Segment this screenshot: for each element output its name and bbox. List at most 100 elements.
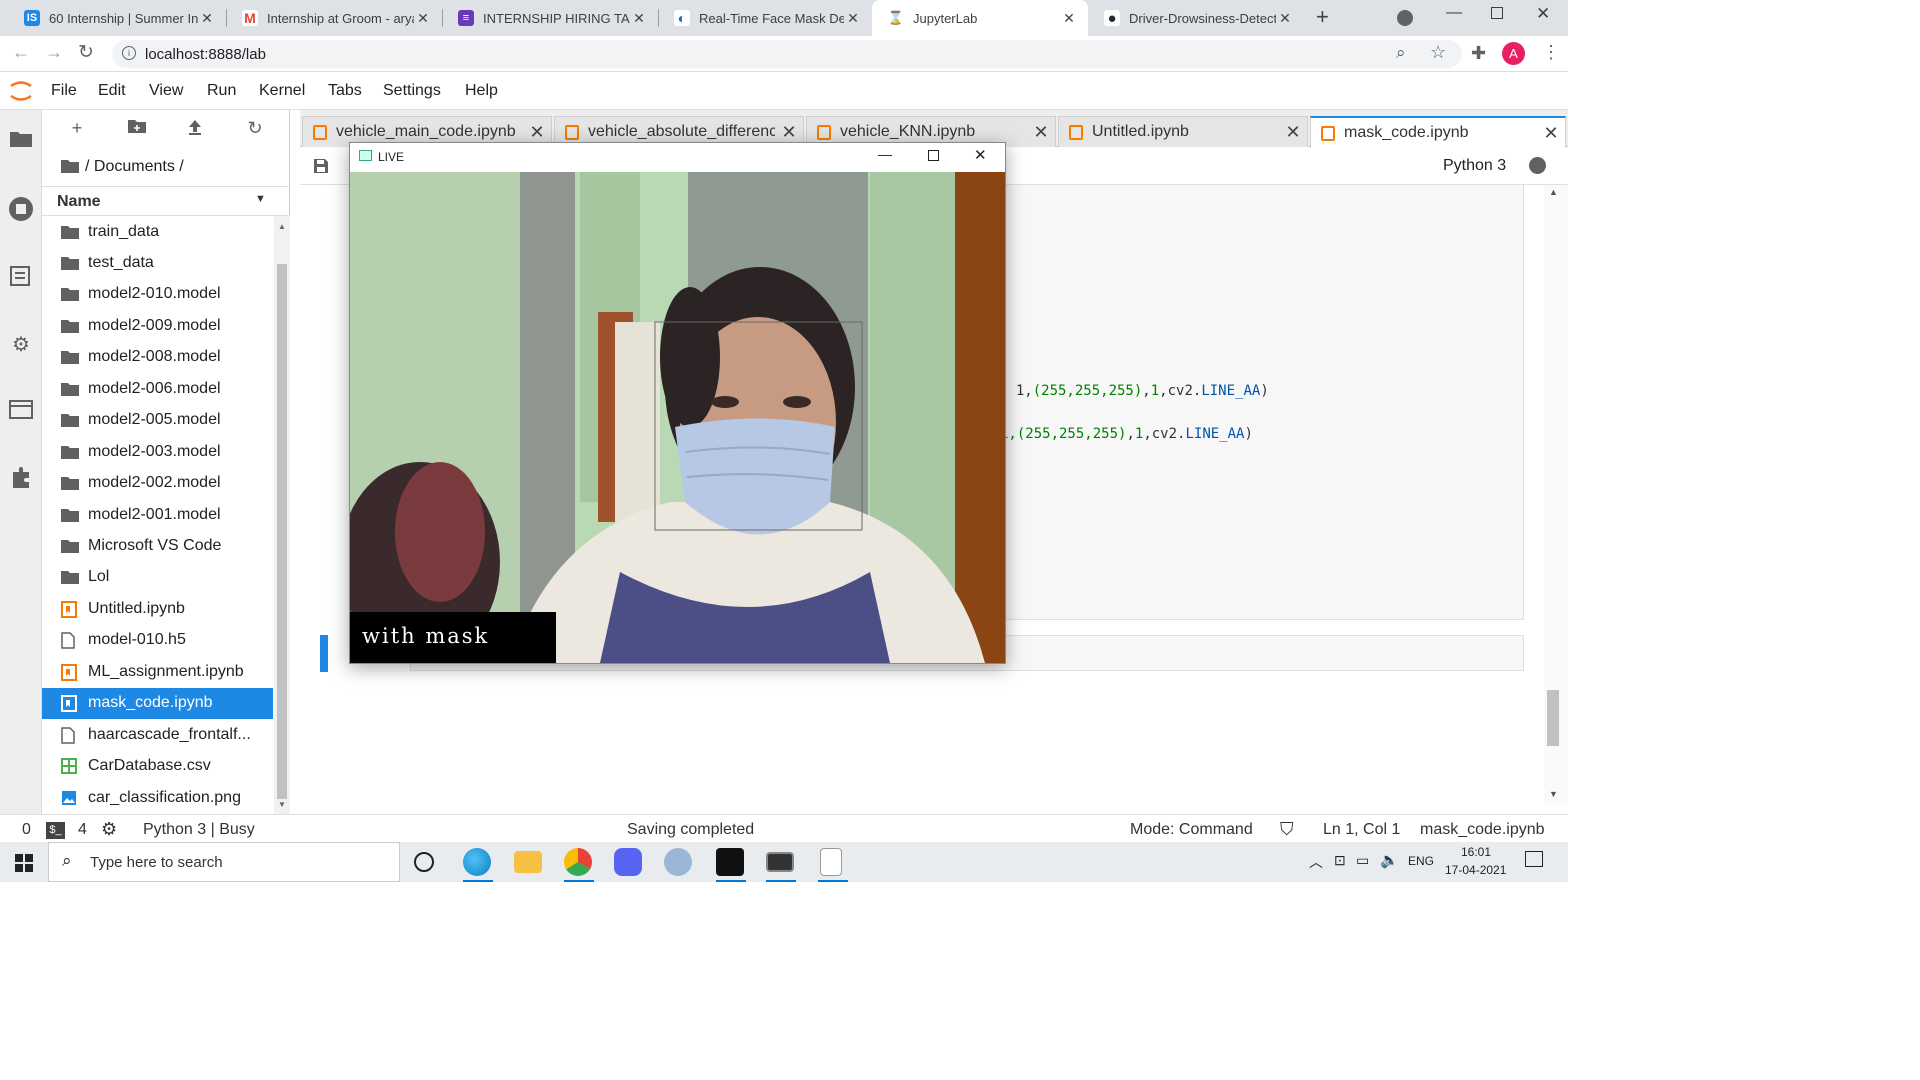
menu-settings[interactable]: Settings bbox=[383, 82, 441, 100]
file-list-item[interactable]: model2-008.model bbox=[42, 342, 273, 373]
running-kernels-icon[interactable] bbox=[8, 196, 34, 222]
forward-icon[interactable]: → bbox=[45, 42, 63, 63]
menu-tabs[interactable]: Tabs bbox=[328, 82, 362, 100]
new-folder-icon[interactable] bbox=[125, 118, 149, 139]
file-list-item[interactable]: model2-005.model bbox=[42, 405, 273, 436]
menu-kebab-icon[interactable]: ⋮ bbox=[1542, 42, 1560, 63]
file-list-item[interactable]: train_data bbox=[42, 216, 273, 247]
browser-tab[interactable]: M Internship at Groom - aryad ✕ bbox=[226, 0, 442, 36]
minimize-icon[interactable]: — bbox=[878, 146, 892, 162]
file-list-item[interactable]: Untitled.ipynb bbox=[42, 593, 273, 624]
clock-time[interactable]: 16:01 bbox=[1461, 845, 1491, 859]
file-list-item[interactable]: ML_assignment.ipynb bbox=[42, 656, 273, 687]
task-view-icon[interactable] bbox=[414, 852, 434, 872]
breadcrumb[interactable]: / Documents / bbox=[85, 158, 184, 176]
file-list-item[interactable]: model2-003.model bbox=[42, 436, 273, 467]
browser-tab[interactable]: ● Driver-Drowsiness-Detectio ✕ bbox=[1088, 0, 1304, 36]
scrollbar[interactable]: ▲ ▼ bbox=[274, 216, 290, 814]
file-list-item[interactable]: model-010.h5 bbox=[42, 625, 273, 656]
tab-untitled[interactable]: Untitled.ipynb ✕ bbox=[1058, 116, 1308, 147]
file-list-item[interactable]: model2-001.model bbox=[42, 499, 273, 530]
close-icon[interactable]: ✕ bbox=[1027, 122, 1055, 143]
taskbar-search[interactable]: ⌕ Type here to search bbox=[48, 842, 400, 882]
minimize-icon[interactable]: — bbox=[1446, 4, 1462, 22]
bookmark-star-icon[interactable]: ☆ bbox=[1430, 42, 1446, 63]
browser-tab[interactable]: ≡ INTERNSHIP HIRING TASK ✕ bbox=[442, 0, 658, 36]
language-indicator[interactable]: ENG bbox=[1408, 854, 1434, 868]
refresh-icon[interactable]: ↻ bbox=[243, 118, 267, 139]
extensions-icon[interactable]: ✚ bbox=[1471, 43, 1486, 64]
live-window-titlebar[interactable]: LIVE — ✕ bbox=[350, 143, 1005, 171]
browser-tab-active[interactable]: ⌛ JupyterLab ✕ bbox=[872, 0, 1088, 36]
tabs-icon[interactable] bbox=[8, 398, 34, 424]
tab-search-icon[interactable] bbox=[1397, 10, 1413, 26]
file-list-item[interactable]: mask_code.ipynb bbox=[42, 687, 273, 719]
browser-tab[interactable]: ◐ Real-Time Face Mask Detec ✕ bbox=[658, 0, 872, 36]
terminal-app-icon[interactable] bbox=[766, 852, 794, 872]
settings-app-icon[interactable] bbox=[664, 848, 692, 876]
sort-caret-icon[interactable]: ▼ bbox=[255, 193, 266, 205]
menu-file[interactable]: File bbox=[51, 82, 77, 100]
menu-edit[interactable]: Edit bbox=[98, 82, 126, 100]
shield-icon[interactable]: ⛉ bbox=[1280, 819, 1294, 840]
new-tab-icon[interactable]: + bbox=[1316, 4, 1329, 30]
kernel-status[interactable]: Python 3 | Busy bbox=[143, 821, 255, 839]
notebook-mode[interactable]: Mode: Command bbox=[1130, 821, 1253, 839]
file-list-item[interactable]: test_data bbox=[42, 247, 273, 278]
tab-mask-code[interactable]: mask_code.ipynb ✕ bbox=[1310, 116, 1566, 148]
maximize-icon[interactable] bbox=[928, 150, 939, 161]
close-window-icon[interactable]: ✕ bbox=[1536, 4, 1550, 24]
cursor-position[interactable]: Ln 1, Col 1 bbox=[1323, 821, 1400, 839]
notifications-icon[interactable] bbox=[1525, 851, 1543, 867]
info-icon[interactable]: i bbox=[122, 46, 136, 60]
gear-icon[interactable]: ⚙ bbox=[8, 332, 34, 358]
edge-icon[interactable] bbox=[463, 848, 491, 876]
close-icon[interactable]: ✕ bbox=[523, 122, 551, 143]
save-icon[interactable] bbox=[313, 158, 329, 179]
close-icon[interactable]: ✕ bbox=[974, 146, 987, 164]
file-list-item[interactable]: Lol bbox=[42, 562, 273, 593]
file-list-item[interactable]: model2-006.model bbox=[42, 373, 273, 404]
close-icon[interactable]: ✕ bbox=[1060, 10, 1078, 27]
status-zero[interactable]: 0 bbox=[22, 821, 31, 839]
file-explorer-icon[interactable] bbox=[514, 851, 542, 873]
reload-icon[interactable]: ↻ bbox=[78, 41, 94, 64]
file-list-item[interactable]: model2-010.model bbox=[42, 279, 273, 310]
folder-icon[interactable] bbox=[8, 128, 34, 154]
file-list-item[interactable]: Microsoft VS Code bbox=[42, 531, 273, 562]
menu-help[interactable]: Help bbox=[465, 82, 498, 100]
new-launcher-icon[interactable]: + bbox=[65, 118, 89, 139]
close-icon[interactable]: ✕ bbox=[414, 10, 432, 27]
close-icon[interactable]: ✕ bbox=[1279, 122, 1307, 143]
restore-icon[interactable] bbox=[1491, 7, 1503, 19]
back-icon[interactable]: ← bbox=[12, 42, 30, 63]
file-list-item[interactable]: haarcascade_frontalf... bbox=[42, 719, 273, 750]
kernel-name[interactable]: Python 3 bbox=[1443, 157, 1506, 175]
windows-start-icon[interactable] bbox=[15, 854, 33, 877]
chevron-up-icon[interactable]: ︿ bbox=[1309, 852, 1323, 872]
battery-icon[interactable]: ▭ bbox=[1356, 852, 1369, 869]
zoom-icon[interactable]: ⌕ bbox=[1396, 43, 1406, 63]
menu-kernel[interactable]: Kernel bbox=[259, 82, 305, 100]
profile-avatar[interactable]: A bbox=[1502, 42, 1525, 65]
address-bar[interactable]: i localhost:8888/lab ⌕ ☆ bbox=[112, 40, 1462, 68]
upload-icon[interactable] bbox=[183, 118, 207, 141]
scrollbar[interactable]: ▲ ▼ bbox=[1544, 185, 1568, 805]
close-icon[interactable]: ✕ bbox=[1537, 123, 1565, 144]
close-icon[interactable]: ✕ bbox=[844, 10, 862, 27]
file-list-item[interactable]: model2-002.model bbox=[42, 468, 273, 499]
visual-studio-icon[interactable] bbox=[716, 848, 744, 876]
document-app-icon[interactable] bbox=[820, 848, 842, 876]
close-icon[interactable]: ✕ bbox=[198, 10, 216, 27]
network-icon[interactable]: ⊡ bbox=[1334, 852, 1346, 869]
browser-tab[interactable]: IS 60 Internship | Summer Inte ✕ bbox=[8, 0, 226, 36]
extension-icon[interactable] bbox=[8, 466, 34, 492]
status-terminal-count[interactable]: 4 bbox=[78, 821, 87, 839]
clock-date[interactable]: 17-04-2021 bbox=[1445, 863, 1506, 877]
menu-run[interactable]: Run bbox=[207, 82, 236, 100]
close-icon[interactable]: ✕ bbox=[630, 10, 648, 27]
file-list-item[interactable]: car_classification.png bbox=[42, 782, 273, 813]
chrome-icon[interactable] bbox=[564, 848, 592, 876]
close-icon[interactable]: ✕ bbox=[775, 122, 803, 143]
file-list-item[interactable]: model2-009.model bbox=[42, 310, 273, 341]
